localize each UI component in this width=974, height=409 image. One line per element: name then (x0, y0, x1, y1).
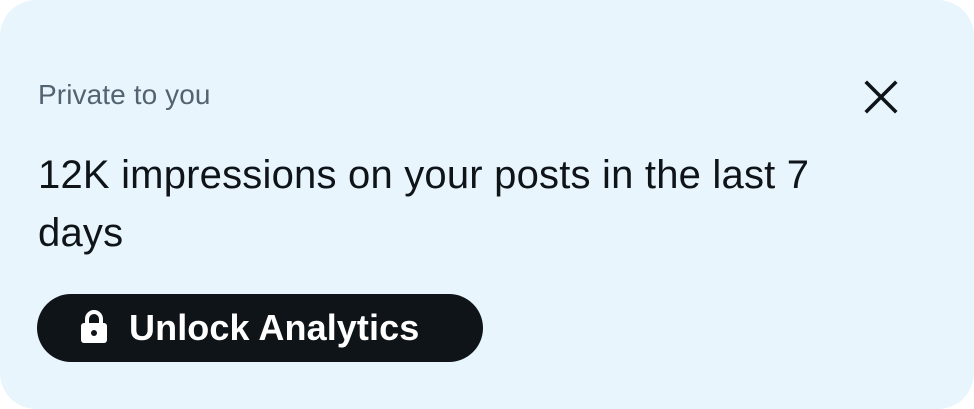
close-button[interactable] (852, 68, 910, 126)
lock-icon (81, 310, 107, 343)
private-label: Private to you (38, 79, 211, 110)
unlock-analytics-label: Unlock Analytics (129, 307, 420, 348)
analytics-prompt-card: Private to you 12K impressions on your p… (0, 0, 974, 409)
impressions-headline: 12K impressions on your posts in the las… (38, 153, 810, 255)
unlock-analytics-button[interactable]: Unlock Analytics (37, 294, 483, 362)
close-icon (864, 80, 898, 114)
